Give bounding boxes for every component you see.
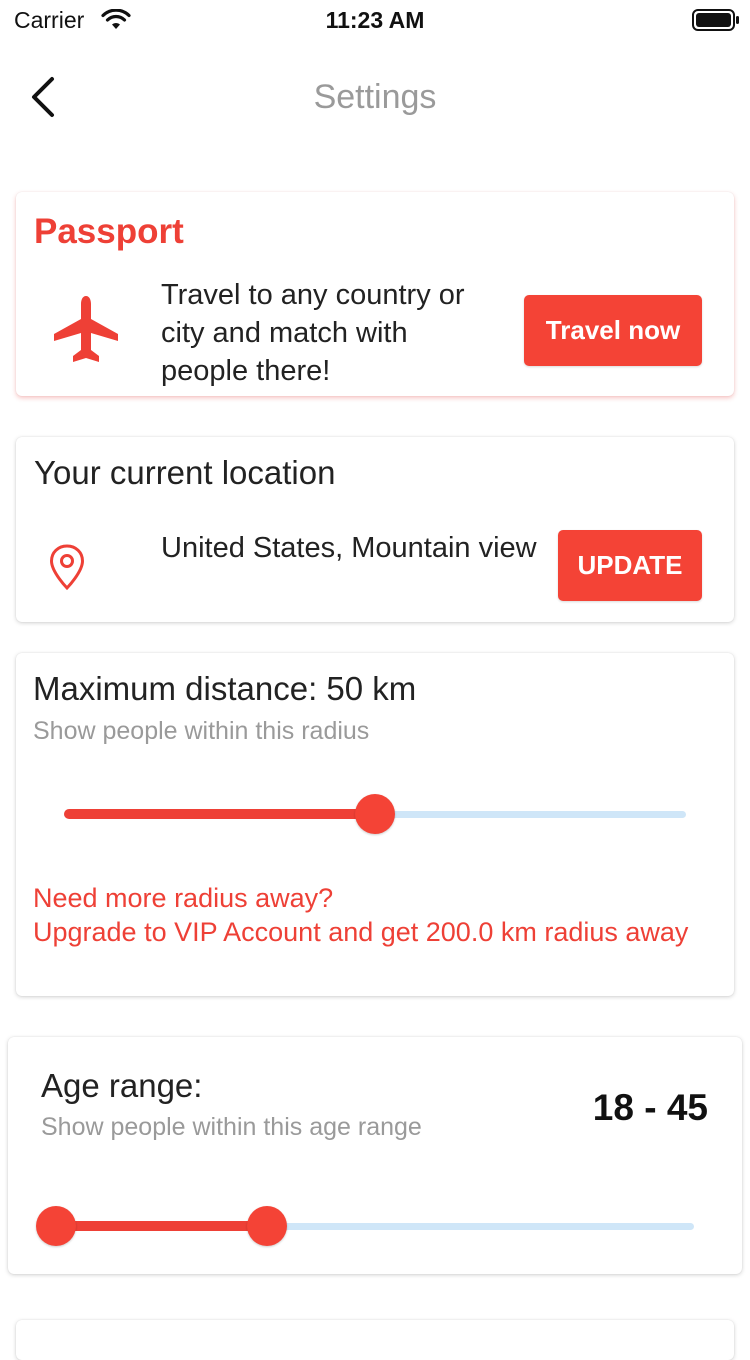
location-value: United States, Mountain view: [161, 532, 537, 564]
passport-title: Passport: [34, 212, 184, 251]
age-slider-min-thumb[interactable]: [36, 1206, 76, 1246]
status-bar: Carrier 11:23 AM: [0, 0, 750, 42]
location-card: Your current location United States, Mou…: [16, 437, 734, 622]
age-slider-fill: [56, 1221, 267, 1231]
update-label: UPDATE: [577, 550, 683, 580]
update-location-button[interactable]: UPDATE: [558, 530, 702, 601]
distance-slider-thumb[interactable]: [355, 794, 395, 834]
distance-slider-fill: [64, 809, 375, 819]
passport-card: Passport Travel to any country or city a…: [16, 192, 734, 396]
age-card: Age range: Show people within this age r…: [8, 1037, 742, 1274]
age-subtitle: Show people within this age range: [41, 1113, 422, 1141]
age-slider-max-thumb[interactable]: [246, 1206, 287, 1246]
distance-slider[interactable]: [64, 794, 686, 834]
age-range-slider[interactable]: [36, 1206, 694, 1246]
distance-title: Maximum distance: 50 km: [33, 670, 417, 707]
next-settings-card: [16, 1320, 734, 1360]
battery-icon: [692, 9, 740, 36]
distance-subtitle: Show people within this radius: [33, 717, 370, 745]
page-title: Settings: [313, 78, 437, 116]
age-title: Age range:: [41, 1067, 203, 1104]
plane-icon: [52, 294, 120, 369]
location-pin-icon: [48, 543, 86, 596]
travel-now-button[interactable]: Travel now: [524, 295, 702, 366]
nav-bar: Settings: [0, 60, 750, 136]
upsell-offer: Upgrade to VIP Account and get 200.0 km …: [33, 917, 689, 947]
passport-description: Travel to any country or city and match …: [161, 279, 465, 387]
travel-now-label: Travel now: [545, 315, 681, 345]
distance-card: Maximum distance: 50 km Show people with…: [16, 653, 734, 996]
vip-upsell[interactable]: Need more radius away? Upgrade to VIP Ac…: [33, 881, 703, 949]
age-range-value: 18 - 45: [592, 1087, 708, 1128]
upsell-question: Need more radius away?: [33, 883, 334, 913]
clock: 11:23 AM: [325, 7, 425, 33]
location-title: Your current location: [34, 454, 336, 491]
